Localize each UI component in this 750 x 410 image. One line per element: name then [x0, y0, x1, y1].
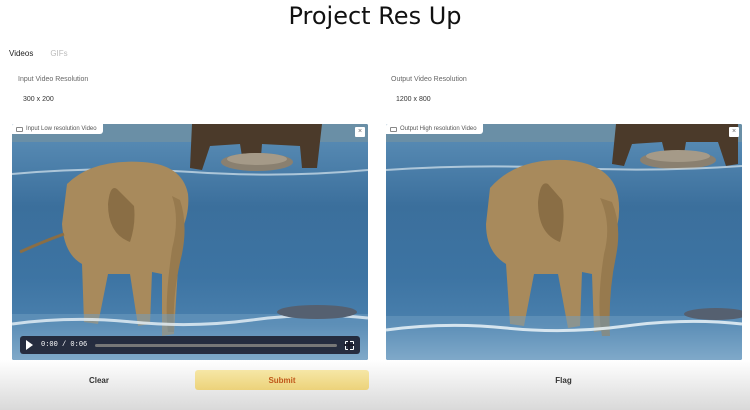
video-camera-icon [16, 126, 23, 132]
input-resolution-value: 300 x 200 [23, 96, 54, 103]
close-icon[interactable]: × [729, 127, 739, 137]
output-video-badge-label: Output High resolution Video [400, 126, 477, 132]
elephant-image [12, 124, 368, 360]
duration: 0:06 [70, 341, 88, 349]
progress-bar[interactable] [95, 343, 337, 347]
fullscreen-icon[interactable] [344, 339, 354, 350]
video-controls: 0:00 / 0:06 [20, 336, 360, 354]
time-separator: / [62, 341, 67, 349]
page-title: Project Res Up [288, 2, 462, 30]
tab-videos[interactable]: Videos [9, 49, 33, 58]
flag-button[interactable]: Flag [385, 370, 742, 390]
tab-bar: Videos GIFs [9, 49, 68, 58]
input-video-badge: Input Low resolution Video [12, 124, 103, 134]
time-display: 0:00 / 0:06 [41, 341, 87, 349]
input-video-player[interactable]: Input Low resolution Video × 0:00 / 0:06 [12, 124, 368, 360]
play-icon[interactable] [26, 340, 33, 350]
output-resolution-value: 1200 x 800 [396, 96, 431, 103]
output-resolution-label: Output Video Resolution [391, 76, 467, 83]
output-video-player[interactable]: Output High resolution Video × [386, 124, 742, 360]
elephant-image [386, 124, 742, 360]
close-icon[interactable]: × [355, 127, 365, 137]
input-video-badge-label: Input Low resolution Video [26, 126, 97, 132]
submit-button[interactable]: Submit [195, 370, 369, 390]
current-time: 0:00 [41, 341, 58, 349]
input-resolution-label: Input Video Resolution [18, 76, 89, 83]
video-camera-icon [390, 126, 397, 132]
clear-button[interactable]: Clear [10, 370, 188, 390]
output-video-badge: Output High resolution Video [386, 124, 483, 134]
tab-gifs[interactable]: GIFs [50, 49, 67, 58]
